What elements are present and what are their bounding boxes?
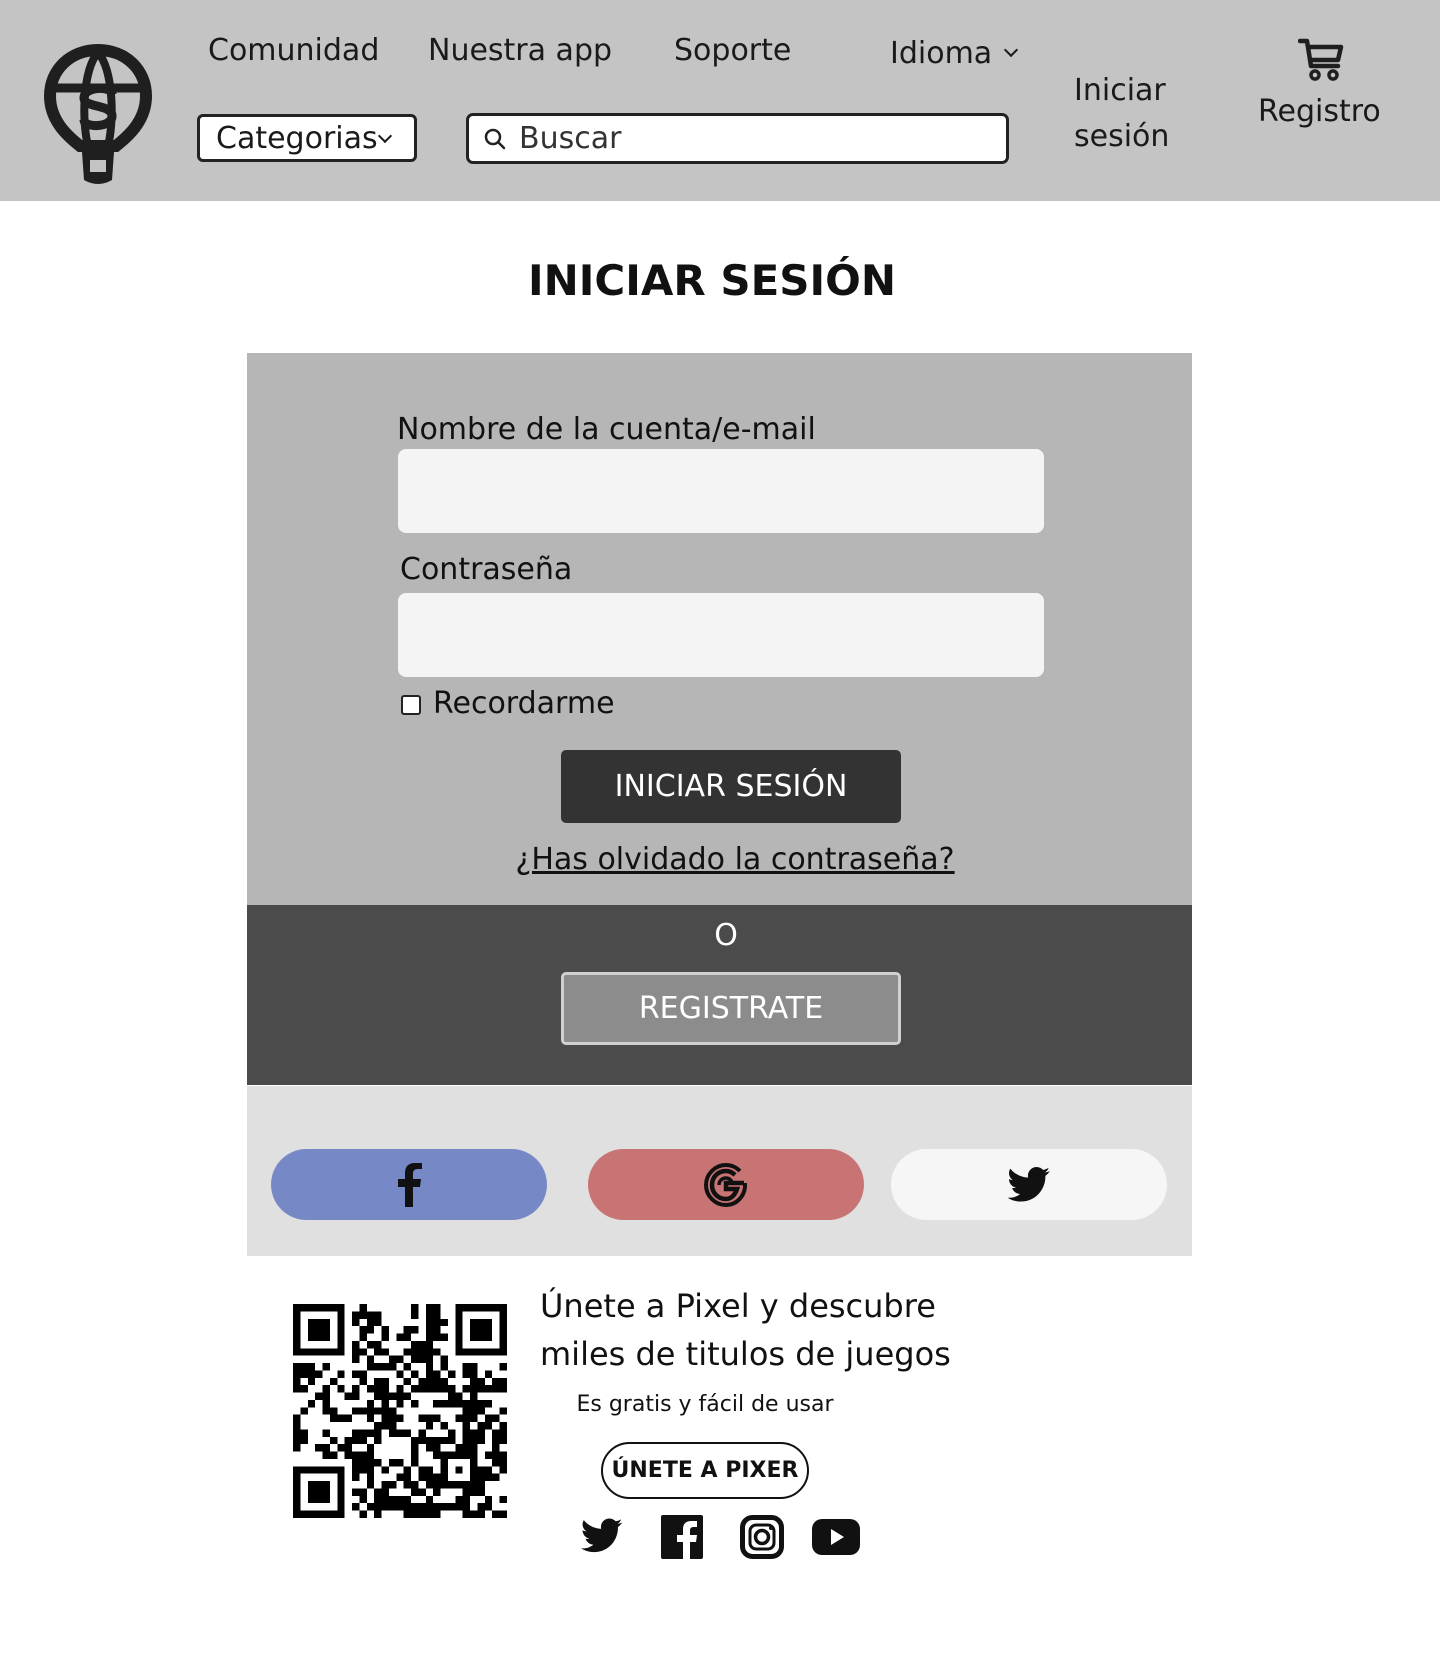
or-divider-text: O	[714, 918, 738, 953]
search-box[interactable]	[466, 113, 1009, 164]
page-title: INICIAR SESIÓN	[528, 256, 896, 305]
remember-me-checkbox[interactable]	[401, 695, 421, 715]
search-input[interactable]	[519, 121, 979, 156]
google-login-button[interactable]	[588, 1149, 864, 1220]
nav-link-nuestra-app[interactable]: Nuestra app	[428, 33, 612, 68]
language-label: Idioma	[890, 36, 993, 71]
login-link-line2: sesión	[1074, 119, 1170, 154]
register-link[interactable]: Registro	[1258, 94, 1381, 129]
join-pixer-button[interactable]: ÚNETE A PIXER	[601, 1442, 809, 1499]
nav-link-comunidad[interactable]: Comunidad	[208, 33, 379, 68]
chevron-down-icon	[377, 128, 393, 144]
nav-link-soporte[interactable]: Soporte	[674, 33, 791, 68]
twitter-icon	[1007, 1166, 1050, 1202]
login-submit-button[interactable]: INICIAR SESIÓN	[561, 750, 901, 823]
chevron-down-icon	[1004, 42, 1019, 58]
login-link-line1: Iniciar	[1074, 73, 1166, 108]
promo-line-1: Únete a Pixel y descubre	[540, 1287, 936, 1325]
login-link[interactable]: Iniciar sesión	[1074, 68, 1169, 160]
categories-label: Categorias	[216, 120, 378, 156]
language-dropdown[interactable]: Idioma	[890, 36, 1019, 71]
google-icon	[703, 1162, 747, 1207]
promo-line-2: miles de titulos de juegos	[540, 1335, 951, 1373]
cart-icon[interactable]	[1298, 36, 1344, 82]
top-navigation-bar	[0, 0, 1440, 201]
account-input[interactable]	[398, 449, 1044, 533]
facebook-icon	[398, 1162, 422, 1207]
facebook-login-button[interactable]	[271, 1149, 547, 1220]
password-label: Contraseña	[400, 552, 573, 587]
qr-code-image	[293, 1304, 507, 1518]
search-icon	[484, 128, 506, 149]
balloon-logo-icon[interactable]	[42, 42, 154, 190]
twitter-login-button[interactable]	[891, 1149, 1167, 1220]
categories-dropdown[interactable]: Categorias	[197, 114, 417, 162]
youtube-icon[interactable]	[812, 1519, 860, 1555]
instagram-icon[interactable]	[740, 1515, 784, 1559]
facebook-square-icon[interactable]	[661, 1515, 703, 1559]
forgot-password-link[interactable]: ¿Has olvidado la contraseña?	[500, 842, 970, 877]
register-button[interactable]: REGISTRATE	[561, 972, 901, 1045]
remember-me-label: Recordarme	[433, 686, 615, 721]
password-input[interactable]	[398, 593, 1044, 677]
twitter-icon[interactable]	[581, 1518, 623, 1554]
account-label: Nombre de la cuenta/e-mail	[397, 412, 816, 447]
promo-subtitle: Es gratis y fácil de usar	[576, 1392, 834, 1417]
